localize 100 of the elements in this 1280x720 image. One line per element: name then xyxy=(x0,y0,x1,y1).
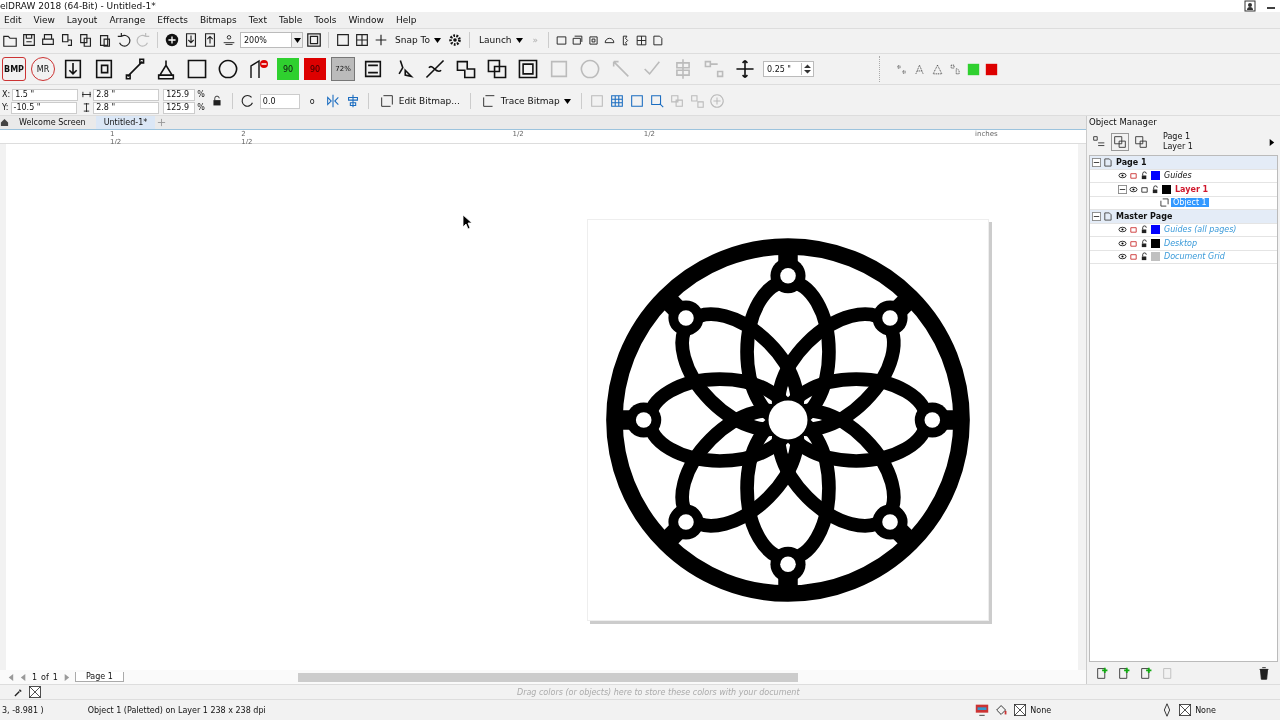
no-color-swatch-icon[interactable] xyxy=(29,686,41,698)
account-icon[interactable] xyxy=(1244,0,1256,12)
visibility-icon[interactable] xyxy=(1118,238,1127,248)
page-tab[interactable]: Page 1 xyxy=(74,672,124,682)
scale-x-field[interactable]: 125.9 xyxy=(163,88,196,101)
height-field[interactable]: 2.8 " xyxy=(93,101,160,114)
menu-item[interactable]: Tools xyxy=(310,15,343,25)
bounds-icon[interactable] xyxy=(628,93,645,109)
menu-item[interactable]: View xyxy=(29,15,61,25)
move-icon[interactable] xyxy=(734,58,756,80)
collapse-toggle-icon[interactable] xyxy=(1092,157,1101,167)
document-icon[interactable] xyxy=(651,33,665,47)
table-icon[interactable] xyxy=(635,33,649,47)
ellipse-icon[interactable] xyxy=(217,58,239,80)
stack-icon[interactable] xyxy=(571,33,585,47)
x-position-field[interactable]: 1.5 " xyxy=(12,88,79,101)
mirror-icon[interactable] xyxy=(324,93,341,109)
current-page-label: Page 1 xyxy=(1163,132,1191,142)
collapse-toggle-icon[interactable] xyxy=(1092,211,1101,221)
weld-icon[interactable] xyxy=(486,58,508,80)
width-field[interactable]: 2.8 " xyxy=(93,88,160,101)
previous-page-icon[interactable] xyxy=(19,672,28,682)
menu-item[interactable]: Effects xyxy=(153,15,194,25)
lock-icon[interactable] xyxy=(1140,225,1149,235)
menu-item[interactable]: Help xyxy=(391,15,423,25)
menu-item[interactable]: Window xyxy=(344,15,390,25)
scale-y-field[interactable]: 125.9 xyxy=(163,101,196,114)
visibility-icon[interactable] xyxy=(1118,252,1127,262)
guides-icon[interactable] xyxy=(373,32,389,48)
caret-icon xyxy=(293,37,301,43)
settings-icon[interactable] xyxy=(447,32,463,48)
trace-bitmap-button[interactable]: Trace Bitmap xyxy=(477,93,574,109)
document-tab[interactable]: Untitled-1* xyxy=(95,116,156,129)
tree-item[interactable]: Page 1 xyxy=(1114,157,1149,167)
visibility-icon[interactable] xyxy=(1129,184,1138,194)
rectangle-icon[interactable] xyxy=(186,58,208,80)
export-icon[interactable] xyxy=(202,32,218,48)
layer-view-icon[interactable] xyxy=(1111,133,1129,151)
lock-icon[interactable] xyxy=(1140,238,1149,248)
mouse-pointer-icon xyxy=(462,214,472,230)
bucket-icon[interactable] xyxy=(155,58,177,80)
window-title: elDRAW 2018 (64-Bit) - Untitled-1* xyxy=(0,1,156,11)
eyedropper-icon[interactable] xyxy=(14,687,23,697)
y-position-field[interactable]: -10.5 " xyxy=(10,101,77,114)
layer-edit-icon[interactable] xyxy=(1133,134,1149,150)
undo-icon[interactable] xyxy=(116,32,132,48)
menu-item[interactable]: Layout xyxy=(62,15,104,25)
fit-icon[interactable] xyxy=(306,32,322,48)
curve-icon[interactable] xyxy=(424,58,446,80)
edit-bitmap-button[interactable]: Edit Bitmap... xyxy=(375,93,463,109)
frame-icon[interactable] xyxy=(555,33,569,47)
triangle-node-icon[interactable] xyxy=(931,62,944,76)
grid-icon[interactable] xyxy=(354,32,370,48)
save-icon[interactable] xyxy=(21,32,37,48)
no-outline-icon xyxy=(1179,704,1192,716)
lock-icon[interactable] xyxy=(1151,184,1160,194)
monitor-icon xyxy=(974,702,991,718)
import-icon[interactable] xyxy=(183,32,199,48)
menu-item[interactable]: Bitmaps xyxy=(195,15,243,25)
bitmap-label-icon[interactable]: BMP xyxy=(2,57,26,81)
percent-label: % xyxy=(197,90,205,99)
spin-arrows-icon[interactable] xyxy=(801,63,813,75)
line-icon[interactable] xyxy=(124,58,146,80)
rotate-right-button[interactable]: 90 xyxy=(277,58,299,80)
menu-item[interactable]: Table xyxy=(274,15,309,25)
nudge-field[interactable]: 0.25 " xyxy=(763,61,814,77)
document-tab[interactable]: Welcome Screen xyxy=(11,116,94,129)
rotation-field[interactable]: 0.0 xyxy=(259,93,300,109)
mesh-icon[interactable] xyxy=(608,93,625,109)
zoom-dropdown[interactable]: 200% xyxy=(240,32,303,48)
collapse-toggle-icon[interactable] xyxy=(1118,184,1127,194)
scale-icon[interactable] xyxy=(362,58,384,80)
caret-icon xyxy=(515,37,523,43)
lock-icon[interactable] xyxy=(1140,252,1149,262)
zoom-page-icon[interactable] xyxy=(648,93,665,109)
snap-to-button[interactable]: Snap To xyxy=(392,35,444,45)
no-entry-icon[interactable] xyxy=(248,58,270,80)
menu-item[interactable]: Arrange xyxy=(105,15,152,25)
menu-item[interactable]: Text xyxy=(244,15,273,25)
node-icon[interactable] xyxy=(895,62,908,76)
visibility-icon[interactable] xyxy=(1118,171,1127,181)
crop-icon[interactable] xyxy=(93,58,115,80)
print-icon[interactable] xyxy=(40,32,56,48)
tree-item[interactable]: Guides xyxy=(1162,171,1194,181)
visibility-icon[interactable] xyxy=(1118,225,1127,235)
lock-icon[interactable] xyxy=(1140,171,1149,181)
rotate-left-button[interactable]: 90 xyxy=(304,58,326,80)
home-icon xyxy=(0,118,9,127)
launch-button[interactable]: Launch xyxy=(476,35,526,45)
copy-icon[interactable] xyxy=(78,32,94,48)
first-page-icon[interactable] xyxy=(6,672,15,682)
expand-arrow-icon[interactable] xyxy=(1267,137,1276,147)
palette-hint: Drag colors (or objects) here to store these colors with your document xyxy=(517,687,800,697)
arrow-down-icon[interactable] xyxy=(62,58,84,80)
menu-item[interactable]: Edit xyxy=(0,15,28,25)
page-icon[interactable] xyxy=(335,32,351,48)
combine-icon[interactable] xyxy=(455,58,477,80)
paste-icon[interactable] xyxy=(97,32,113,48)
horizontal-scrollbar[interactable] xyxy=(297,672,798,682)
tree-item[interactable]: Layer 1 xyxy=(1173,184,1211,194)
